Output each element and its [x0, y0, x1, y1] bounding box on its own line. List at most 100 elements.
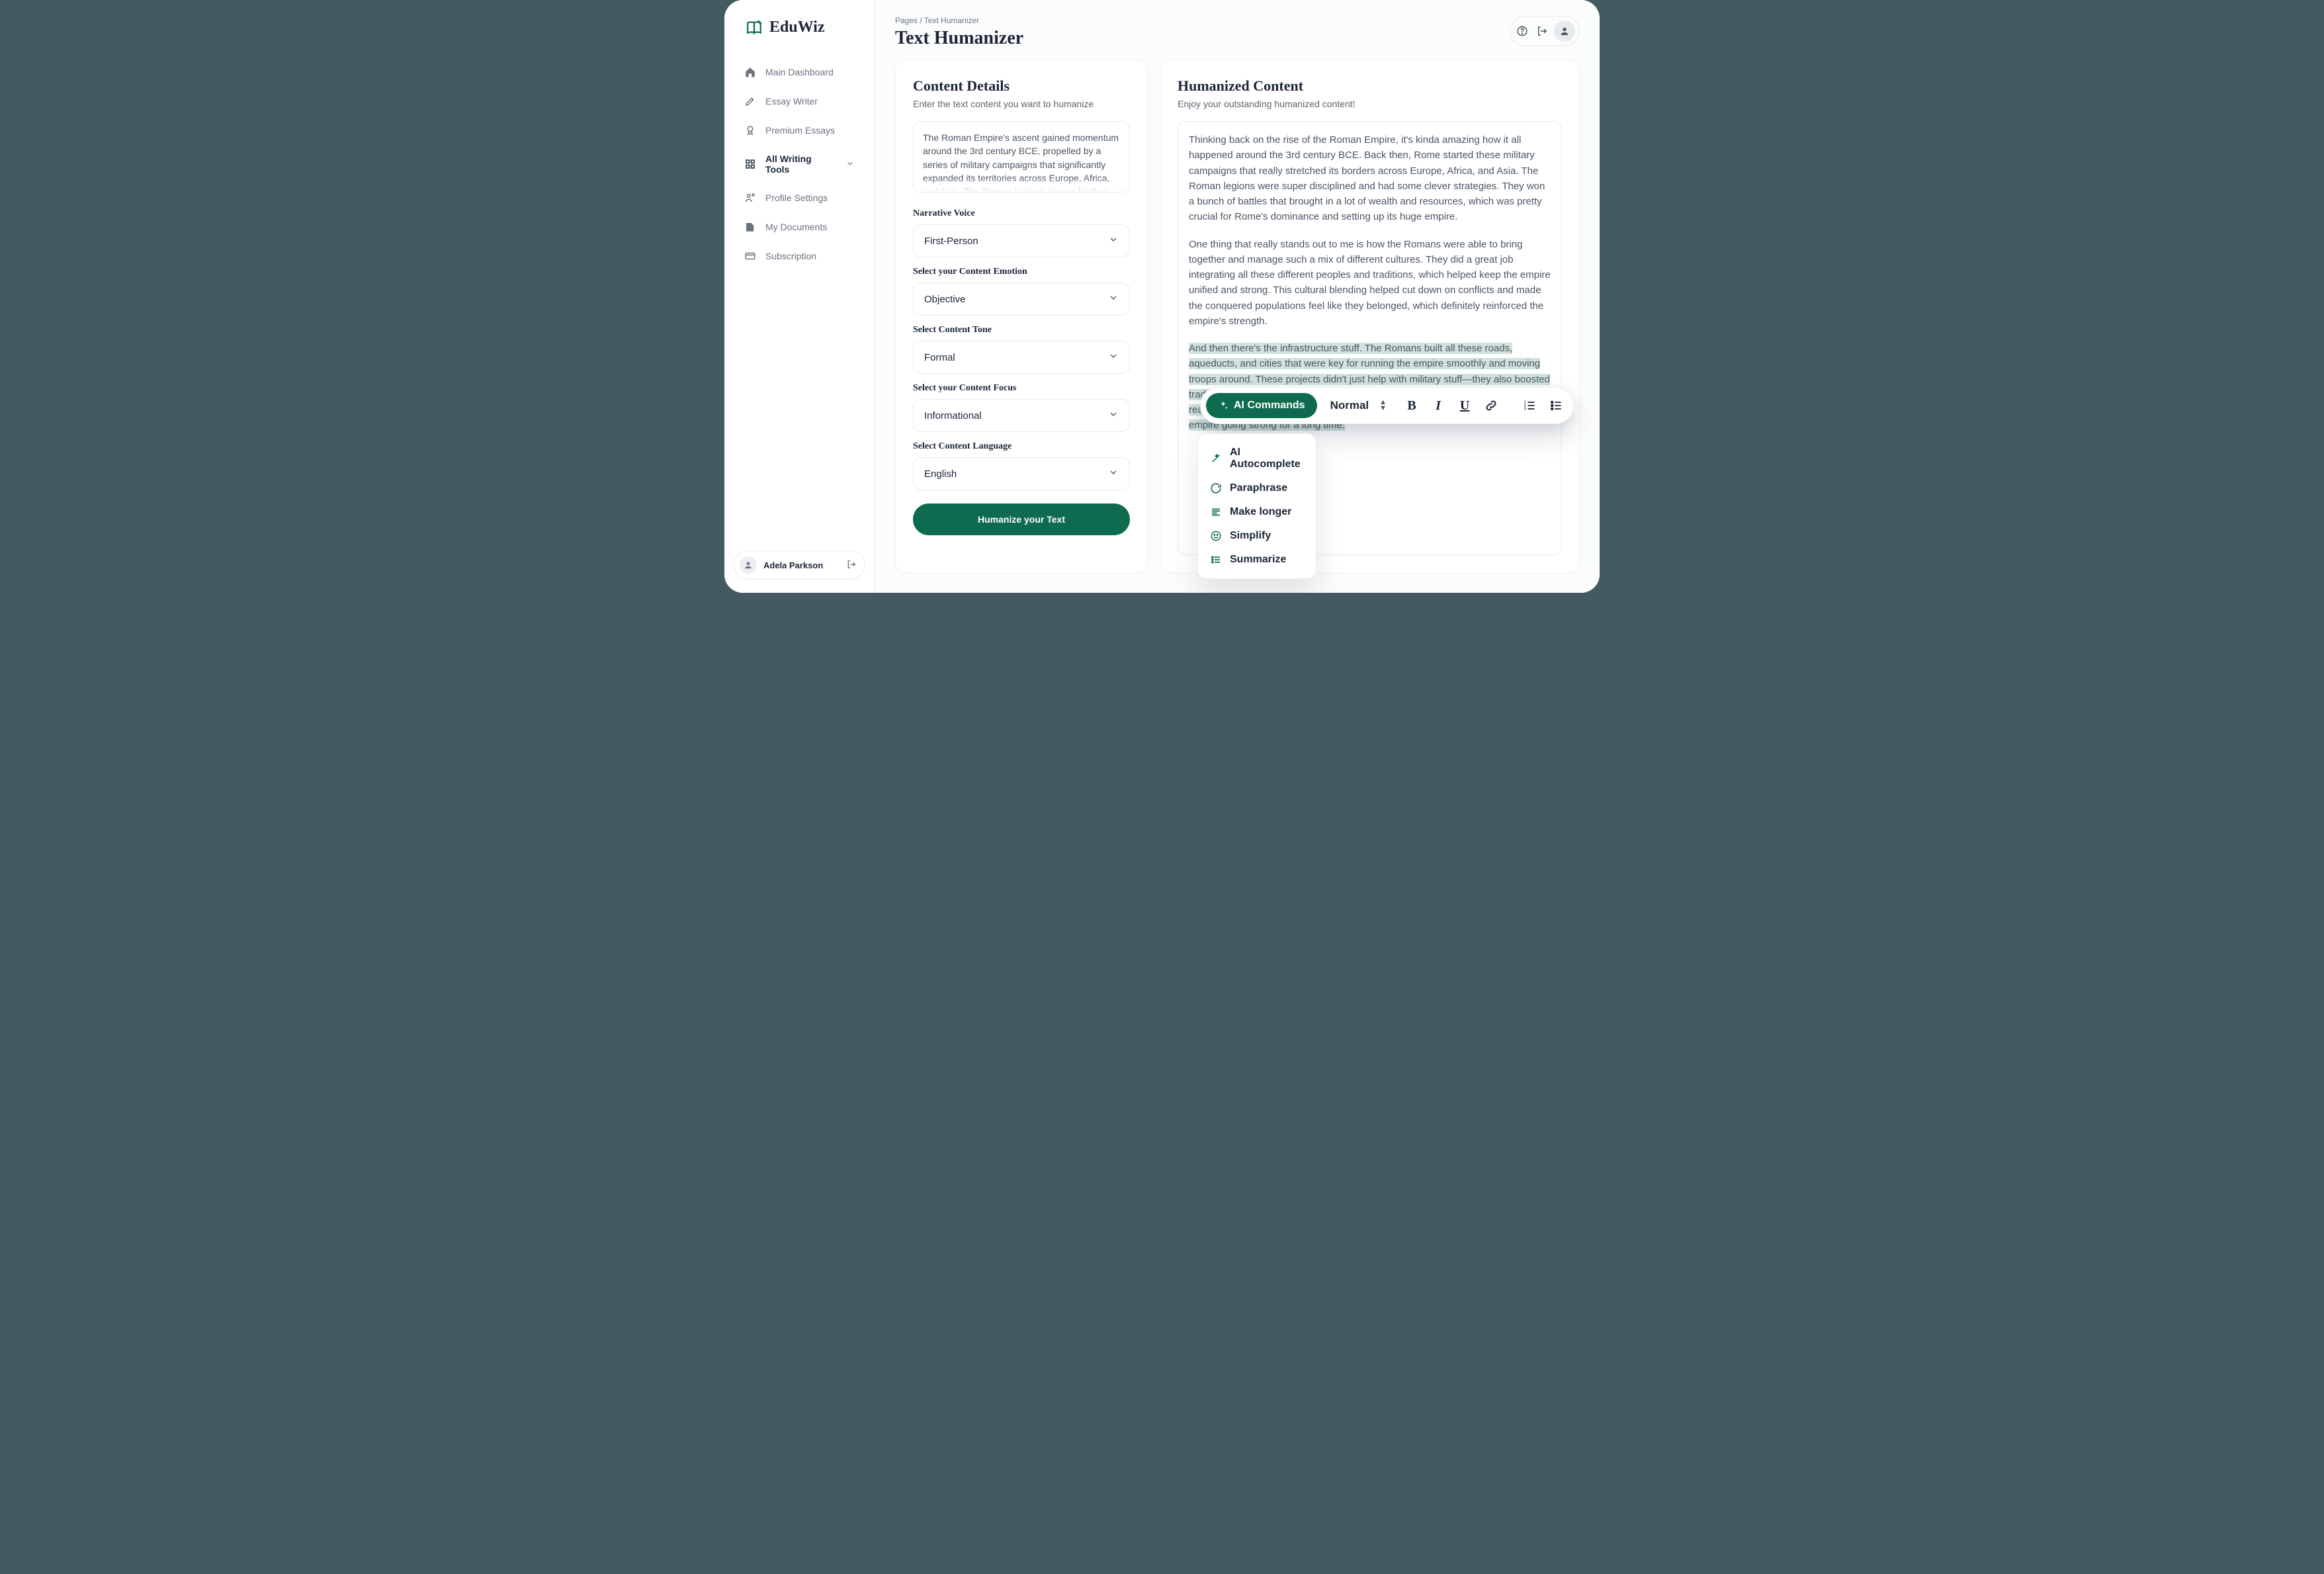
ai-commands-menu: AI Autocomplete Paraphrase Make longer: [1197, 433, 1316, 579]
chevron-down-icon: [845, 159, 855, 170]
bullet-list-button[interactable]: [1544, 394, 1568, 417]
menu-item-autocomplete[interactable]: AI Autocomplete: [1203, 441, 1311, 476]
sidebar-nav: Main Dashboard Essay Writer Premium Essa…: [734, 59, 865, 269]
menu-item-label: AI Autocomplete: [1230, 447, 1304, 470]
chevron-down-icon: [1108, 234, 1119, 247]
pencil-icon: [744, 95, 756, 107]
tone-value: Formal: [924, 352, 955, 363]
field-label-focus: Select your Content Focus: [913, 383, 1130, 394]
exit-icon[interactable]: [1534, 23, 1550, 39]
card-title: Content Details: [913, 77, 1130, 95]
avatar-button[interactable]: [1554, 21, 1575, 42]
ai-commands-label: AI Commands: [1234, 400, 1305, 412]
output-paragraph: Thinking back on the rise of the Roman E…: [1189, 132, 1551, 225]
tone-select[interactable]: Formal: [913, 341, 1130, 374]
lines-icon: [1210, 506, 1222, 518]
bold-button[interactable]: B: [1400, 394, 1424, 417]
book-icon: [746, 19, 763, 36]
ordered-list-icon: 123: [1523, 399, 1536, 412]
field-label-emotion: Select your Content Emotion: [913, 267, 1130, 277]
sidebar-item-documents[interactable]: My Documents: [734, 214, 865, 240]
sidebar-item-dashboard[interactable]: Main Dashboard: [734, 59, 865, 85]
brand-logo: EduWiz: [734, 19, 865, 36]
emotion-select[interactable]: Objective: [913, 283, 1130, 316]
menu-item-simplify[interactable]: Simplify: [1203, 524, 1311, 548]
menu-item-paraphrase[interactable]: Paraphrase: [1203, 476, 1311, 500]
top-actions: [1510, 16, 1580, 46]
refresh-icon: [1210, 482, 1222, 494]
columns: Content Details Enter the text content y…: [895, 60, 1580, 573]
sidebar-item-profile-settings[interactable]: Profile Settings: [734, 185, 865, 211]
smile-icon: [1210, 530, 1222, 542]
bullet-list-icon: [1549, 399, 1563, 412]
menu-item-label: Summarize: [1230, 554, 1286, 566]
field-label-language: Select Content Language: [913, 441, 1130, 452]
sidebar-item-essay-writer[interactable]: Essay Writer: [734, 88, 865, 114]
voice-value: First-Person: [924, 236, 978, 247]
wand-icon: [1210, 453, 1222, 464]
link-button[interactable]: [1479, 394, 1503, 417]
sidebar-item-label: Main Dashboard: [765, 67, 834, 77]
user-chip[interactable]: Adela Parkson: [734, 550, 865, 580]
page-title: Text Humanizer: [895, 28, 1023, 49]
ordered-list-button[interactable]: 123: [1518, 394, 1541, 417]
ai-commands-button[interactable]: AI Commands: [1206, 393, 1317, 418]
sidebar-item-premium-essays[interactable]: Premium Essays: [734, 117, 865, 144]
menu-item-longer[interactable]: Make longer: [1203, 500, 1311, 524]
emotion-value: Objective: [924, 294, 966, 305]
format-select[interactable]: Normal ▲▼: [1320, 394, 1397, 417]
editor-toolbar: AI Commands Normal ▲▼ B I U: [1200, 387, 1574, 579]
home-icon: [744, 66, 756, 78]
breadcrumb: Pages / Text Humanizer: [895, 16, 1023, 25]
voice-select[interactable]: First-Person: [913, 224, 1130, 257]
focus-select[interactable]: Informational: [913, 399, 1130, 432]
sidebar-item-label: Profile Settings: [765, 193, 828, 203]
menu-item-label: Make longer: [1230, 506, 1291, 518]
sidebar: EduWiz Main Dashboard Essay Writer Premi…: [724, 0, 875, 593]
underline-button[interactable]: U: [1453, 394, 1477, 417]
focus-value: Informational: [924, 410, 982, 421]
output-paragraph: One thing that really stands out to me i…: [1189, 237, 1551, 329]
link-icon: [1485, 399, 1498, 412]
help-icon[interactable]: [1514, 23, 1530, 39]
credit-card-icon: [744, 250, 756, 262]
logout-icon[interactable]: [846, 559, 857, 572]
menu-item-summarize[interactable]: Summarize: [1203, 548, 1311, 572]
italic-button[interactable]: I: [1426, 394, 1450, 417]
toolbar-row: AI Commands Normal ▲▼ B I U: [1200, 387, 1574, 424]
humanize-button[interactable]: Humanize your Text: [913, 503, 1130, 535]
sidebar-item-label: My Documents: [765, 222, 827, 232]
source-text-value: The Roman Empire's ascent gained momentu…: [923, 132, 1119, 193]
settings-user-icon: [744, 192, 756, 204]
source-text-input[interactable]: The Roman Empire's ascent gained momentu…: [913, 121, 1130, 193]
documents-icon: [744, 221, 756, 233]
list-icon: [1210, 554, 1222, 566]
sidebar-item-label: All Writing Tools: [765, 153, 836, 175]
menu-item-label: Paraphrase: [1230, 482, 1287, 494]
card-subtitle: Enjoy your outstanding humanized content…: [1178, 99, 1562, 109]
sparkle-icon: [1218, 400, 1228, 411]
chevron-down-icon: [1108, 467, 1119, 480]
app-frame: EduWiz Main Dashboard Essay Writer Premi…: [724, 0, 1600, 593]
main-content: Pages / Text Humanizer Text Humanizer Co…: [875, 0, 1600, 593]
card-title: Humanized Content: [1178, 77, 1562, 95]
sidebar-item-subscription[interactable]: Subscription: [734, 243, 865, 269]
sidebar-item-label: Premium Essays: [765, 125, 835, 136]
format-label: Normal: [1330, 399, 1369, 412]
sort-chevron-icon: ▲▼: [1379, 400, 1387, 412]
sidebar-item-all-tools[interactable]: All Writing Tools: [734, 146, 865, 182]
content-details-card: Content Details Enter the text content y…: [895, 60, 1148, 573]
topbar: Pages / Text Humanizer Text Humanizer: [895, 16, 1580, 49]
field-label-voice: Narrative Voice: [913, 208, 1130, 219]
humanized-content-card: Humanized Content Enjoy your outstanding…: [1160, 60, 1580, 573]
chevron-down-icon: [1108, 409, 1119, 422]
language-select[interactable]: English: [913, 457, 1130, 490]
award-icon: [744, 124, 756, 136]
field-label-tone: Select Content Tone: [913, 325, 1130, 335]
header-block: Pages / Text Humanizer Text Humanizer: [895, 16, 1023, 49]
chevron-down-icon: [1108, 292, 1119, 306]
chevron-down-icon: [1108, 351, 1119, 364]
avatar-icon: [740, 556, 757, 574]
menu-item-label: Simplify: [1230, 530, 1271, 542]
brand-name: EduWiz: [769, 19, 825, 36]
